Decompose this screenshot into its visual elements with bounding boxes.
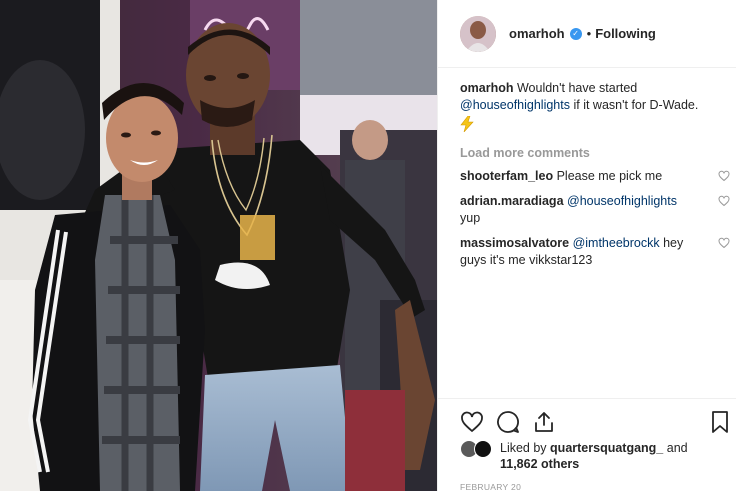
- post-header: omarhoh ✓ • Following: [438, 0, 736, 68]
- like-heart-icon[interactable]: [460, 410, 484, 434]
- comment-mention-link[interactable]: @houseofhighlights: [567, 194, 677, 208]
- like-comment-heart-icon[interactable]: [718, 237, 730, 249]
- header-separator: •: [586, 26, 592, 41]
- comment-username[interactable]: adrian.maradiaga: [460, 194, 564, 208]
- caption-mention-link[interactable]: @houseofhighlights: [460, 98, 570, 112]
- high-voltage-icon: [460, 116, 474, 132]
- verified-badge-icon: ✓: [569, 27, 582, 40]
- actions-divider: [438, 398, 736, 399]
- caption-username[interactable]: omarhoh: [460, 81, 513, 95]
- comment-text: yup: [460, 211, 481, 225]
- comment-text: Please me pick me: [556, 169, 663, 183]
- comment-item: shooterfam_leo Please me pick me: [460, 168, 730, 185]
- like-comment-heart-icon[interactable]: [718, 170, 730, 182]
- following-button[interactable]: Following: [595, 26, 656, 41]
- post-photo-illustration: [0, 0, 437, 491]
- likes-prefix: Liked by: [500, 441, 547, 455]
- comment-mention-link[interactable]: @imtheebrockk: [573, 236, 660, 250]
- author-avatar[interactable]: [460, 15, 496, 52]
- caption-text-before: Wouldn't have started: [516, 81, 638, 95]
- comments-section: omarhoh Wouldn't have started @houseofhi…: [460, 80, 730, 269]
- likes-summary: Liked by quartersquatgang_ and 11,862 ot…: [460, 440, 730, 472]
- post-caption: omarhoh Wouldn't have started @houseofhi…: [460, 80, 730, 137]
- comment-username[interactable]: shooterfam_leo: [460, 169, 553, 183]
- comment-username[interactable]: massimosalvatore: [460, 236, 569, 250]
- share-icon[interactable]: [532, 410, 556, 434]
- load-more-comments-link[interactable]: Load more comments: [460, 146, 730, 160]
- caption-text-after: if it wasn't for D-Wade.: [573, 98, 699, 112]
- likes-text: Liked by quartersquatgang_ and 11,862 ot…: [500, 440, 688, 472]
- author-username[interactable]: omarhoh: [509, 26, 565, 41]
- comment-item: adrian.maradiaga @houseofhighlights yup: [460, 193, 730, 227]
- likers-avatars: [460, 440, 496, 460]
- post-photo[interactable]: [0, 0, 437, 491]
- post-side-panel: omarhoh ✓ • Following omarhoh Wouldn't h…: [437, 0, 736, 492]
- likes-suffix: and: [666, 441, 688, 455]
- liker-avatar: [474, 440, 492, 458]
- save-bookmark-icon[interactable]: [708, 410, 732, 434]
- liker-username-link[interactable]: quartersquatgang_: [550, 441, 663, 455]
- like-comment-heart-icon[interactable]: [718, 195, 730, 207]
- comment-item: massimosalvatore @imtheebrockk hey guys …: [460, 235, 730, 269]
- likes-count-link[interactable]: 11,862 others: [500, 457, 579, 471]
- comment-bubble-icon[interactable]: [496, 410, 520, 434]
- author-avatar-image: [460, 15, 496, 52]
- action-bar: [460, 410, 730, 436]
- instagram-post: omarhoh ✓ • Following omarhoh Wouldn't h…: [0, 0, 736, 492]
